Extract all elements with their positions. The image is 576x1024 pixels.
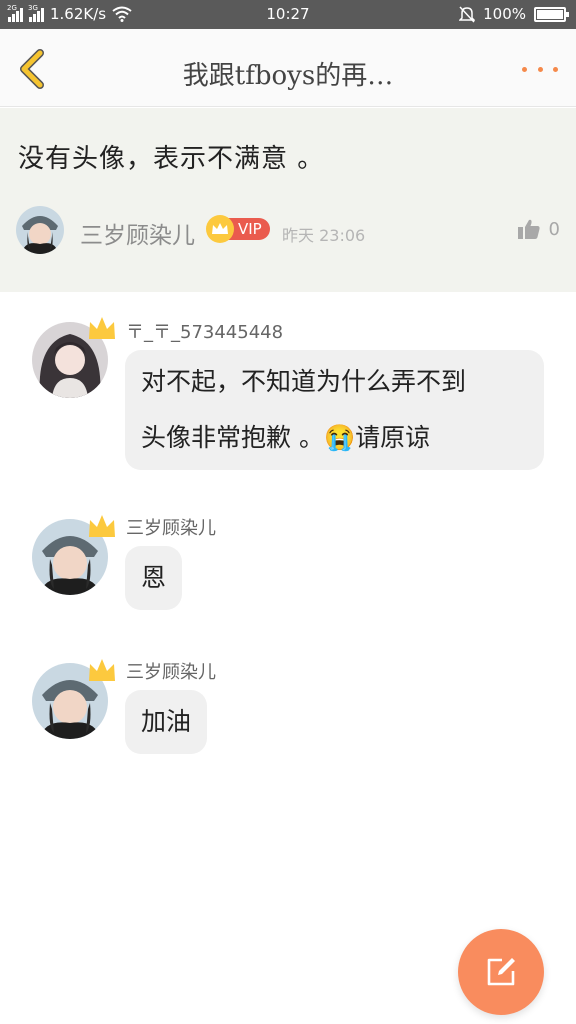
avatar-image bbox=[16, 206, 64, 254]
chevron-left-icon bbox=[20, 49, 44, 89]
avatar[interactable] bbox=[16, 206, 64, 254]
crown-icon bbox=[89, 317, 115, 339]
crown-icon bbox=[89, 515, 115, 537]
comment-text-line: 恩 bbox=[141, 563, 167, 592]
comment-text-line: 加油 bbox=[141, 707, 192, 736]
battery-icon bbox=[534, 6, 569, 22]
bell-off-icon bbox=[459, 5, 476, 23]
comment-author-name[interactable]: 三岁顾染儿 bbox=[126, 658, 216, 684]
like-button[interactable]: 0 bbox=[517, 218, 560, 240]
comment-bubble[interactable]: 对不起，不知道为什么弄不到 头像非常抱歉 。😭请原谅 bbox=[125, 350, 544, 470]
more-dots-icon bbox=[522, 66, 527, 72]
crown-icon bbox=[89, 659, 115, 681]
compose-button[interactable] bbox=[458, 929, 544, 1015]
status-bar: 2G 3G 1.62K/s 10:27 100% bbox=[0, 0, 576, 29]
original-post: 没有头像，表示不满意 。 三岁顾染儿 VIP 昨天 23:06 0 bbox=[0, 108, 576, 292]
status-right: 100% bbox=[459, 5, 569, 23]
comment-bubble[interactable]: 加油 bbox=[125, 690, 208, 754]
page-title: 我跟tfboys的再… bbox=[182, 61, 394, 91]
edit-icon bbox=[487, 958, 515, 986]
comment-text-line: 对不起，不知道为什么弄不到 bbox=[141, 367, 467, 396]
battery-percent: 100% bbox=[483, 5, 526, 23]
comment-author-name[interactable]: 〒_〒_573445448 bbox=[126, 318, 283, 344]
more-options-button[interactable] bbox=[522, 59, 558, 79]
comment-author-name[interactable]: 三岁顾染儿 bbox=[126, 514, 216, 540]
back-button[interactable] bbox=[10, 47, 54, 91]
post-timestamp: 昨天 23:06 bbox=[282, 226, 366, 245]
like-count: 0 bbox=[548, 218, 560, 240]
comment-text-line: 头像非常抱歉 。😭请原谅 bbox=[141, 423, 431, 452]
thumbs-up-icon bbox=[517, 219, 540, 239]
app-header: 我跟tfboys的再… bbox=[0, 29, 576, 107]
post-author-name[interactable]: 三岁顾染儿 bbox=[80, 216, 195, 250]
post-text: 没有头像，表示不满意 。 bbox=[18, 144, 325, 174]
comment-bubble[interactable]: 恩 bbox=[125, 546, 183, 610]
crown-icon bbox=[206, 215, 234, 243]
